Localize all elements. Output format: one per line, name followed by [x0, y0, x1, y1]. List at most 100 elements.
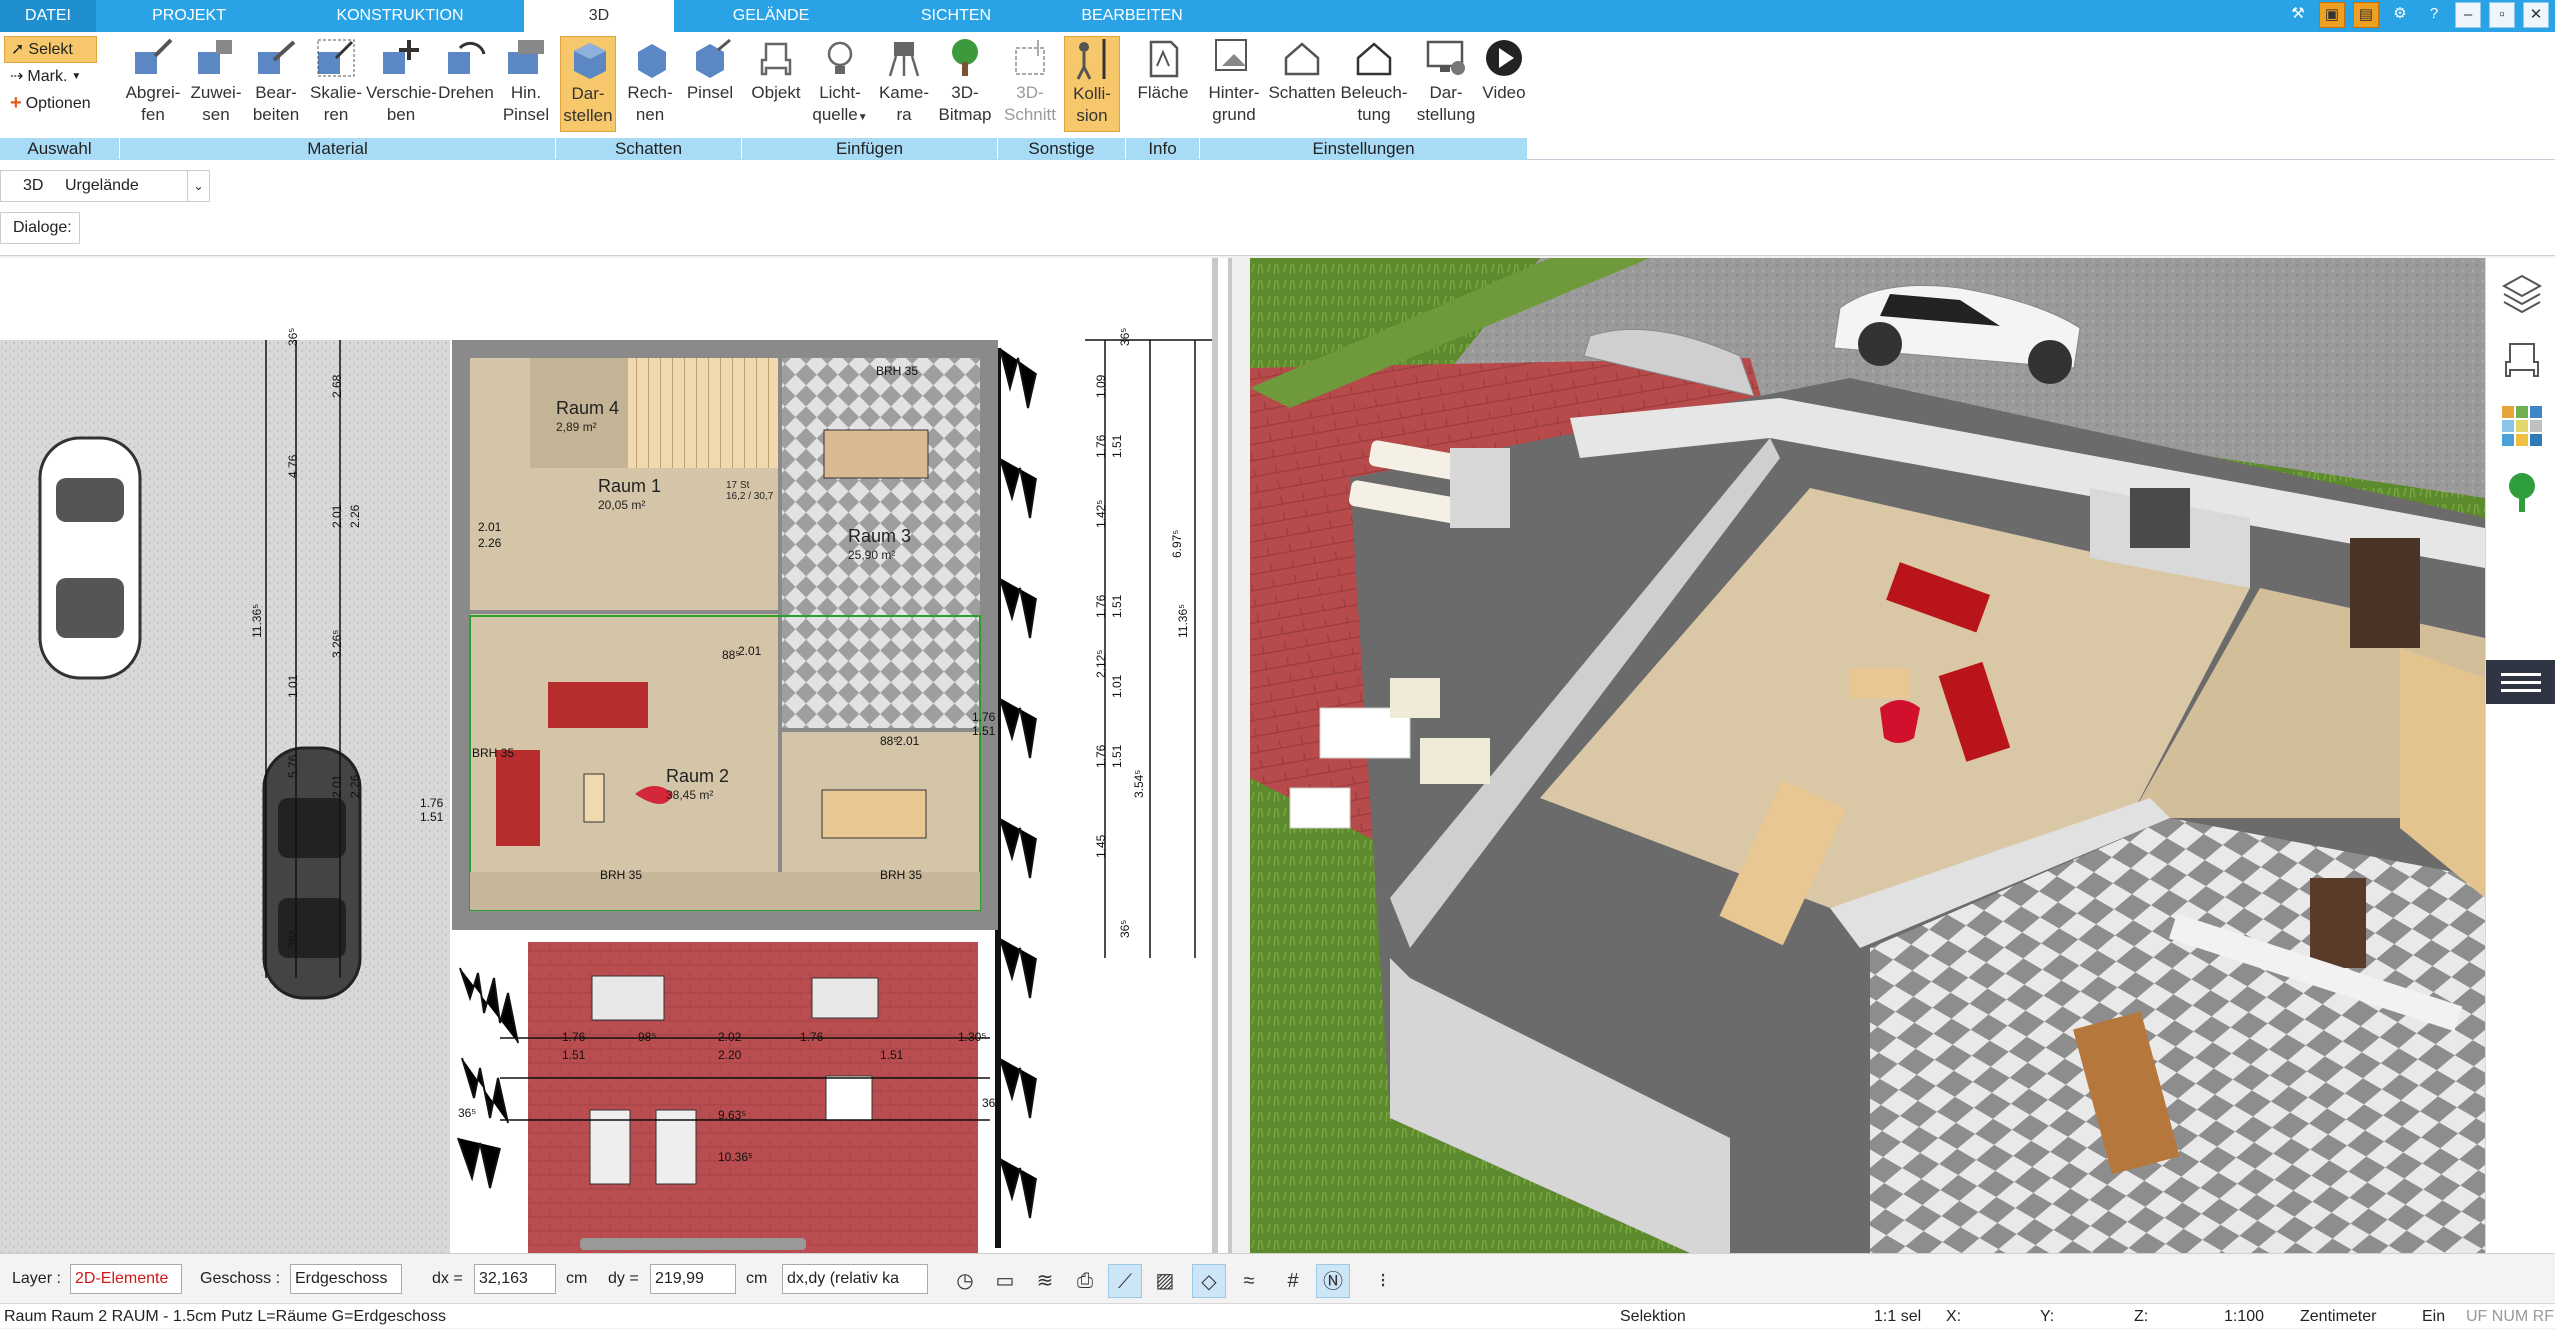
mark-icon: ⇢ — [10, 68, 24, 85]
3d-schnitt-button[interactable]: 3D- Schnitt — [1000, 36, 1060, 126]
settings-icon[interactable]: ⚙ — [2387, 2, 2413, 28]
mark-button[interactable]: ⇢ Mark. ▼ — [4, 63, 97, 90]
verschieben-button[interactable]: Verschie-ben — [366, 36, 437, 126]
layer-select[interactable]: 2D-Elemente — [70, 1264, 182, 1294]
dimension-label: 3.26⁵ — [330, 629, 344, 658]
help-icon[interactable]: ? — [2421, 2, 2447, 28]
monitor-icon[interactable]: ▭ — [988, 1264, 1022, 1298]
room-1-label: Raum 1 — [598, 476, 662, 496]
hintergrund-button[interactable]: Hinter-grund — [1202, 36, 1266, 126]
save-icon[interactable]: ▣ — [2319, 2, 2345, 28]
tab-gelaende[interactable]: GELÄNDE — [674, 0, 868, 32]
darstellen-button[interactable]: Dar-stellen — [560, 36, 616, 132]
menu-icon[interactable] — [2486, 660, 2555, 704]
tab-konstruktion[interactable]: KONSTRUKTION — [282, 0, 518, 32]
save-as-icon[interactable]: ▤ — [2353, 2, 2379, 28]
flaeche-button[interactable]: Fläche — [1132, 36, 1194, 104]
tree-icon[interactable] — [2500, 470, 2544, 514]
schatten-settings-button[interactable]: Schatten — [1266, 36, 1338, 104]
dy-input[interactable]: 219,99 — [650, 1264, 736, 1294]
room-1-area: 20,05 m² — [598, 498, 646, 512]
pinsel-button[interactable]: Pinsel — [680, 36, 740, 104]
tab-datei[interactable]: DATEI — [0, 0, 96, 32]
optionen-button[interactable]: + Optionen — [4, 90, 97, 117]
dimension-label: 2.02 — [718, 1030, 742, 1044]
print-icon[interactable]: ⎙ — [1068, 1264, 1102, 1298]
tab-bearbeiten[interactable]: BEARBEITEN — [1044, 0, 1220, 32]
dimension-label: 1.76 — [420, 796, 444, 810]
dimension-label: 1.76 — [562, 1030, 586, 1044]
room-4-label: Raum 4 — [556, 398, 620, 418]
abgreifen-button[interactable]: Abgrei-fen — [120, 36, 186, 126]
dimension-label: 98⁵ — [638, 1030, 657, 1044]
dialoge-label: Dialoge: — [0, 212, 80, 244]
lichtquelle-button[interactable]: Licht-quelle▼ — [808, 36, 872, 129]
materials-icon[interactable] — [2500, 404, 2544, 448]
drehen-button[interactable]: Drehen — [436, 36, 496, 104]
dimension-label: 5.76 — [286, 754, 300, 778]
room-4-area: 2,89 m² — [556, 420, 597, 434]
room-2-area: 38,45 m² — [666, 788, 714, 802]
objekt-button[interactable]: Objekt — [746, 36, 806, 104]
dimension-label: 36⁵ — [286, 327, 300, 346]
furniture-icon[interactable] — [2500, 338, 2544, 382]
dimension-label: 2.01 — [330, 504, 344, 528]
3d-view[interactable] — [1250, 258, 2485, 1253]
darstellung-button[interactable]: Dar-stellung — [1410, 36, 1482, 126]
3d-bitmap-button[interactable]: 3D- Bitmap — [934, 36, 996, 126]
north-icon[interactable]: Ⓝ — [1316, 1264, 1350, 1298]
layers-icon[interactable] — [2500, 272, 2544, 316]
clock-icon[interactable]: ◷ — [948, 1264, 982, 1298]
skalieren-button[interactable]: Skalie-ren — [306, 36, 366, 126]
kamera-button[interactable]: Kame-ra — [874, 36, 934, 126]
rechnen-button[interactable]: Rech-nen — [620, 36, 680, 126]
play-icon — [1482, 36, 1526, 80]
beleuchtung-button[interactable]: Beleuch-tung — [1338, 36, 1410, 126]
dimension-label: 2.20 — [718, 1048, 742, 1062]
tab-sichten[interactable]: SICHTEN — [868, 0, 1044, 32]
terrain-selector[interactable]: 3D Urgelände ⌄ — [0, 170, 210, 202]
close-icon[interactable]: ✕ — [2523, 2, 2549, 28]
house-shadow-icon — [1280, 36, 1324, 80]
group-einstellungen: Hinter-grund Schatten Beleuch-tung Dar-s… — [1200, 32, 1528, 160]
status-ein: Ein — [2422, 1308, 2446, 1325]
house-light-icon — [1352, 36, 1396, 80]
horizontal-scrollbar[interactable] — [580, 1238, 806, 1250]
status-unit: Zentimeter — [2300, 1308, 2377, 1325]
chevron-down-icon[interactable]: ⌄ — [187, 171, 209, 201]
status-mode: Selektion — [1620, 1308, 1686, 1325]
zuweisen-button[interactable]: Zuwei-sen — [186, 36, 246, 126]
tab-projekt[interactable]: PROJEKT — [96, 0, 282, 32]
layers-stack-icon[interactable]: ≋ — [1028, 1264, 1062, 1298]
maximize-icon[interactable]: ▫ — [2489, 2, 2515, 28]
kollision-button[interactable]: Kolli-sion — [1064, 36, 1120, 132]
car-top-left — [38, 436, 142, 680]
move-icon — [379, 36, 423, 80]
rotate-icon — [444, 36, 488, 80]
hin-pinsel-button[interactable]: Hin. Pinsel — [496, 36, 556, 126]
video-button[interactable]: Video — [1482, 36, 1526, 104]
section-cut-icon — [1008, 36, 1052, 80]
plane-icon[interactable]: ◇ — [1192, 1264, 1226, 1298]
coordinate-mode-select[interactable]: dx,dy (relativ ka — [782, 1264, 928, 1294]
selekt-button[interactable]: ➚ Selekt — [4, 36, 97, 63]
floor-plan-view[interactable]: Raum 4 2,89 m² Raum 1 20,05 m² Raum 3 25… — [0, 258, 1232, 1253]
dx-input[interactable]: 32,163 — [474, 1264, 556, 1294]
geschoss-select[interactable]: Erdgeschoss — [290, 1264, 402, 1294]
stairs-icon[interactable]: ≈ — [1232, 1264, 1266, 1298]
grid-icon[interactable]: # — [1276, 1264, 1310, 1298]
more-icon[interactable]: ⁝ — [1366, 1264, 1400, 1298]
measure-icon[interactable]: ⟋ — [1108, 1264, 1142, 1298]
tab-3d[interactable]: 3D — [524, 0, 674, 32]
mode-label: 3D — [23, 177, 44, 194]
plus-icon: + — [10, 92, 22, 114]
minimize-icon[interactable]: – — [2455, 2, 2481, 28]
dimension-label: 1.76 — [972, 710, 996, 724]
group-info: Fläche Info — [1126, 32, 1200, 160]
group-label-einfuegen: Einfügen — [742, 138, 997, 160]
tools-icon[interactable]: ⚒ — [2285, 2, 2311, 28]
bearbeiten-button[interactable]: Bear-beiten — [246, 36, 306, 126]
dx-unit: cm — [566, 1270, 588, 1287]
hatch-icon[interactable]: ▨ — [1148, 1264, 1182, 1298]
dimension-label: 2.26 — [348, 504, 362, 528]
